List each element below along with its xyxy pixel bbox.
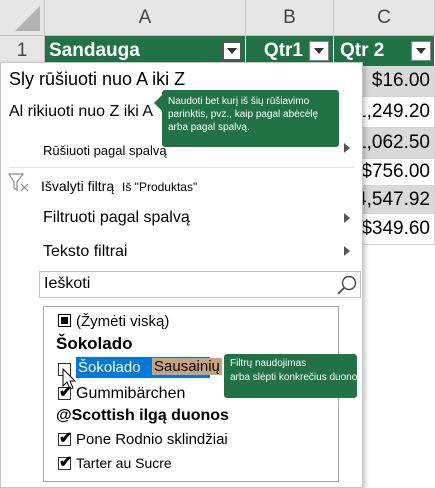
item-label: Tarter au Sucre — [76, 455, 172, 471]
item-label-highlight: Sausainių — [152, 358, 222, 375]
indeterminate-mark — [61, 317, 68, 324]
column-header-c[interactable]: C — [334, 0, 435, 36]
item-label: Pone Rodnio sklindžiai — [76, 431, 228, 448]
column-header-b[interactable]: B — [246, 0, 334, 36]
clear-filter[interactable]: Išvalyti filtrą Iš "Produktas" — [41, 178, 197, 194]
clear-filter-icon — [8, 173, 29, 192]
checkmark-icon: ✔ — [59, 384, 73, 401]
sort-a-to-z[interactable]: Sly rūšiuoti nuo A iki Z — [9, 69, 185, 90]
filter-dropdown-button[interactable] — [222, 41, 242, 61]
column-header-a[interactable]: A — [45, 0, 246, 36]
submenu-arrow-icon — [344, 143, 350, 153]
item-label: Gummibärchen — [76, 385, 186, 402]
divider — [9, 167, 354, 168]
group-label: @Scottish ilgą duonos — [56, 407, 229, 424]
corner-select-all[interactable] — [0, 0, 45, 36]
sort-tooltip: Naudoti bet kurį iš šių rūšiavimo parink… — [154, 90, 339, 147]
clear-filter-source: Iš "Produktas" — [122, 180, 198, 194]
submenu-arrow-icon — [344, 213, 350, 223]
search-icon — [337, 275, 357, 295]
clear-filter-label: Išvalyti filtrą — [41, 178, 115, 194]
filter-dropdown-button[interactable] — [309, 41, 329, 61]
search-box[interactable]: Ieškoti — [39, 271, 361, 298]
header-cell-label: Sandauga — [49, 40, 140, 61]
group-label: Šokolado — [56, 334, 133, 353]
text-filters[interactable]: Teksto filtrai — [43, 243, 127, 261]
header-cell-label: Qtr 2 — [340, 40, 385, 61]
filter-dropdown-button[interactable] — [411, 41, 431, 61]
checkmark-icon: ✔ — [59, 430, 73, 447]
filter-tooltip: Filtrų naudojimas arba slėpti konkrečius… — [224, 354, 357, 398]
select-all-checkbox[interactable] — [58, 314, 71, 327]
sort-z-to-a[interactable]: Al rikiuoti nuo Z iki A — [9, 103, 153, 121]
filter-tooltip-text: arba slėpti konkrečius duonos — [230, 372, 357, 383]
header-cell-label: Qtr1 — [263, 40, 303, 61]
checkmark-icon: ✔ — [59, 454, 73, 471]
filter-by-color[interactable]: Filtruoti pagal spalvą — [43, 209, 190, 227]
filter-tooltip-title: Filtrų naudojimas — [230, 358, 307, 369]
search-input[interactable]: Ieškoti — [44, 275, 90, 293]
sort-tooltip-text: Naudoti bet kurį iš šių rūšiavimo parink… — [168, 96, 319, 133]
select-all-triangle-icon — [15, 5, 40, 31]
submenu-arrow-icon — [344, 246, 350, 256]
sort-by-color[interactable]: Rūšiuoti pagal spalvą — [43, 143, 167, 158]
item-label: Šokolado — [78, 359, 141, 376]
select-all-label: (Žymėti viską) — [76, 313, 170, 330]
